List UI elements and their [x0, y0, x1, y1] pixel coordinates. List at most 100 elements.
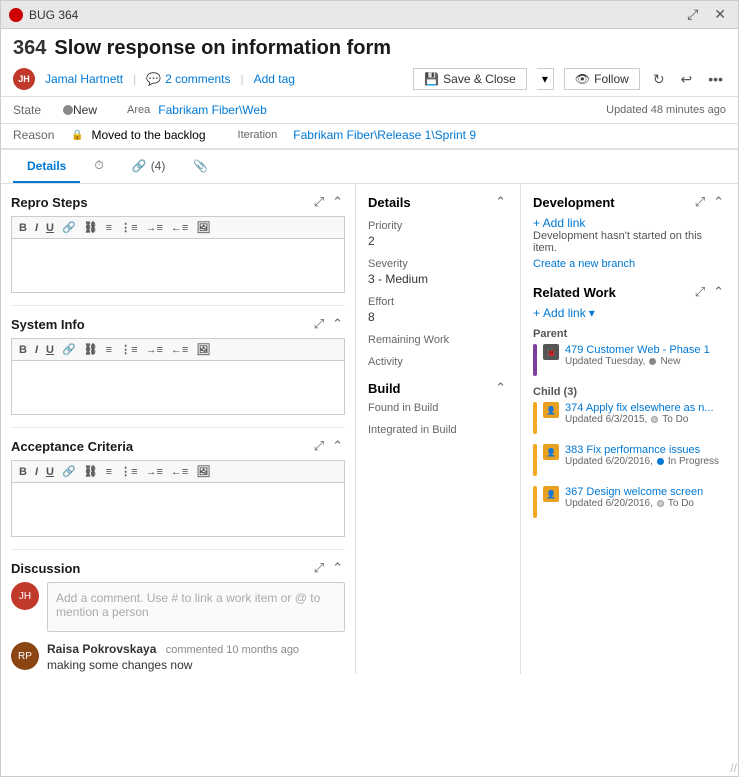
discussion-expand-btn[interactable]: ⤢ — [312, 560, 326, 576]
sysinfo-link-btn[interactable]: 🔗 — [59, 342, 79, 357]
child-374-title[interactable]: 374 Apply fix elsewhere as n... — [565, 402, 726, 414]
ac-collapse-btn[interactable]: ⌃ — [330, 438, 345, 454]
repro-italic-btn[interactable]: I — [32, 220, 41, 235]
repro-link2-btn[interactable]: ⛓ — [81, 220, 101, 235]
resize-handle[interactable]: // — [730, 761, 737, 775]
refresh-button[interactable]: ↻ — [650, 71, 668, 88]
build-collapse-btn[interactable]: ⌃ — [493, 380, 508, 396]
severity-value[interactable]: 3 - Medium — [368, 272, 508, 286]
related-work-section: Related Work ⤢ ⌃ + Add link ▾ Parent 🐞 4… — [533, 284, 726, 522]
ac-expand-btn[interactable]: ⤢ — [312, 438, 326, 454]
child-367-status-dot — [657, 500, 664, 507]
ac-link-btn[interactable]: 🔗 — [59, 464, 79, 479]
parent-wi-title[interactable]: 479 Customer Web - Phase 1 — [565, 344, 726, 356]
child-367-row: 👤 367 Design welcome screen Updated 6/20… — [533, 486, 726, 522]
remaining-work-label: Remaining Work — [368, 334, 508, 346]
comment-input[interactable]: Add a comment. Use # to link a work item… — [47, 582, 345, 632]
child-383-status: In Progress — [668, 456, 719, 467]
parent-type-label: Parent — [533, 328, 726, 340]
follow-button[interactable]: 👁 Follow — [564, 68, 640, 90]
child-383-status-dot — [657, 458, 664, 465]
state-dot — [63, 105, 73, 115]
ac-input[interactable] — [11, 482, 345, 537]
ac-underline-btn[interactable]: U — [43, 464, 57, 479]
child-374-row: 👤 374 Apply fix elsewhere as n... Update… — [533, 402, 726, 438]
author-name[interactable]: Jamal Hartnett — [45, 72, 123, 86]
related-collapse-btn[interactable]: ⌃ — [711, 284, 726, 300]
system-info-expand-btn[interactable]: ⤢ — [312, 316, 326, 332]
repro-bullet-btn[interactable]: ≡ — [103, 220, 115, 235]
add-tag-link[interactable]: Add tag — [254, 72, 295, 86]
repro-underline-btn[interactable]: U — [43, 220, 57, 235]
discussion-header: Discussion ⤢ ⌃ — [11, 560, 345, 576]
close-button[interactable]: ✕ — [710, 6, 730, 23]
effort-value[interactable]: 8 — [368, 310, 508, 324]
ac-bullet-btn[interactable]: ≡ — [103, 464, 115, 479]
ac-link2-btn[interactable]: ⛓ — [81, 464, 101, 479]
save-close-button[interactable]: 💾 Save & Close — [413, 68, 527, 90]
repro-steps-expand-btn[interactable]: ⤢ — [312, 194, 326, 210]
sysinfo-indent-btn[interactable]: →≡ — [142, 342, 165, 357]
undo-button[interactable]: ↩ — [678, 71, 696, 88]
sysinfo-link2-btn[interactable]: ⛓ — [81, 342, 101, 357]
area-value[interactable]: Fabrikam Fiber\Web — [158, 103, 266, 117]
title-bar-label: BUG 364 — [29, 8, 78, 22]
tab-details[interactable]: Details — [13, 150, 80, 183]
maximize-button[interactable]: ⤢ — [683, 6, 702, 23]
child-367-title[interactable]: 367 Design welcome screen — [565, 486, 726, 498]
bug-icon — [9, 8, 23, 22]
system-info-input[interactable] — [11, 360, 345, 415]
repro-ordered-btn[interactable]: ⋮≡ — [117, 220, 140, 235]
discussion-collapse-btn[interactable]: ⌃ — [330, 560, 345, 576]
dev-add-link-btn[interactable]: + Add link — [533, 216, 726, 230]
ac-indent-btn[interactable]: →≡ — [142, 464, 165, 479]
sysinfo-underline-btn[interactable]: U — [43, 342, 57, 357]
system-info-section: System Info ⤢ ⌃ B I U 🔗 ⛓ ≡ ⋮≡ →≡ ←≡ 🖼 — [11, 316, 345, 415]
comments-link[interactable]: 💬 2 comments — [146, 72, 230, 86]
child-383-title[interactable]: 383 Fix performance issues — [565, 444, 726, 456]
repro-steps-input[interactable] — [11, 238, 345, 293]
dev-collapse-btn[interactable]: ⌃ — [711, 194, 726, 210]
sysinfo-bold-btn[interactable]: B — [16, 342, 30, 357]
save-dropdown-button[interactable]: ▾ — [537, 68, 554, 90]
system-info-collapse-btn[interactable]: ⌃ — [330, 316, 345, 332]
reason-value[interactable]: Moved to the backlog — [91, 128, 205, 142]
tab-history[interactable]: ⏱ — [80, 150, 117, 183]
divider-2 — [11, 427, 345, 428]
sysinfo-image-btn[interactable]: 🖼 — [193, 342, 213, 357]
details-collapse-btn[interactable]: ⌃ — [493, 194, 508, 210]
repro-steps-section: Repro Steps ⤢ ⌃ B I U 🔗 ⛓ ≡ ⋮≡ →≡ ←≡ 🖼 — [11, 194, 345, 293]
sysinfo-outdent-btn[interactable]: ←≡ — [168, 342, 191, 357]
state-value[interactable]: New — [73, 103, 97, 117]
development-title: Development — [533, 195, 615, 210]
repro-steps-collapse-btn[interactable]: ⌃ — [330, 194, 345, 210]
priority-value[interactable]: 2 — [368, 234, 508, 248]
iteration-value[interactable]: Fabrikam Fiber\Release 1\Sprint 9 — [293, 128, 476, 142]
more-button[interactable]: ••• — [705, 71, 726, 87]
ac-ordered-btn[interactable]: ⋮≡ — [117, 464, 140, 479]
comment-row: RP Raisa Pokrovskaya commented 10 months… — [11, 642, 345, 672]
tab-attachments[interactable]: 📎 — [179, 150, 222, 183]
ac-bold-btn[interactable]: B — [16, 464, 30, 479]
repro-bold-btn[interactable]: B — [16, 220, 30, 235]
tab-details-label: Details — [27, 159, 66, 173]
development-section: Development ⤢ ⌃ + Add link Development h… — [533, 194, 726, 270]
sysinfo-ordered-btn[interactable]: ⋮≡ — [117, 342, 140, 357]
found-in-build-label: Found in Build — [368, 402, 508, 414]
repro-link-btn[interactable]: 🔗 — [59, 220, 79, 235]
repro-outdent-btn[interactable]: ←≡ — [168, 220, 191, 235]
tab-links[interactable]: 🔗 (4) — [118, 150, 180, 183]
related-expand-btn[interactable]: ⤢ — [693, 284, 707, 300]
ac-italic-btn[interactable]: I — [32, 464, 41, 479]
repro-indent-btn[interactable]: →≡ — [142, 220, 165, 235]
sysinfo-bullet-btn[interactable]: ≡ — [103, 342, 115, 357]
child-383-color-bar — [533, 444, 537, 476]
repro-image-btn[interactable]: 🖼 — [193, 220, 213, 235]
child-374-updated: Updated 6/3/2015, — [565, 414, 647, 425]
ac-image-btn[interactable]: 🖼 — [193, 464, 213, 479]
ac-outdent-btn[interactable]: ←≡ — [168, 464, 191, 479]
related-add-link-btn[interactable]: + Add link ▾ — [533, 306, 726, 320]
sysinfo-italic-btn[interactable]: I — [32, 342, 41, 357]
create-branch-link[interactable]: Create a new branch — [533, 258, 726, 270]
dev-expand-btn[interactable]: ⤢ — [693, 194, 707, 210]
